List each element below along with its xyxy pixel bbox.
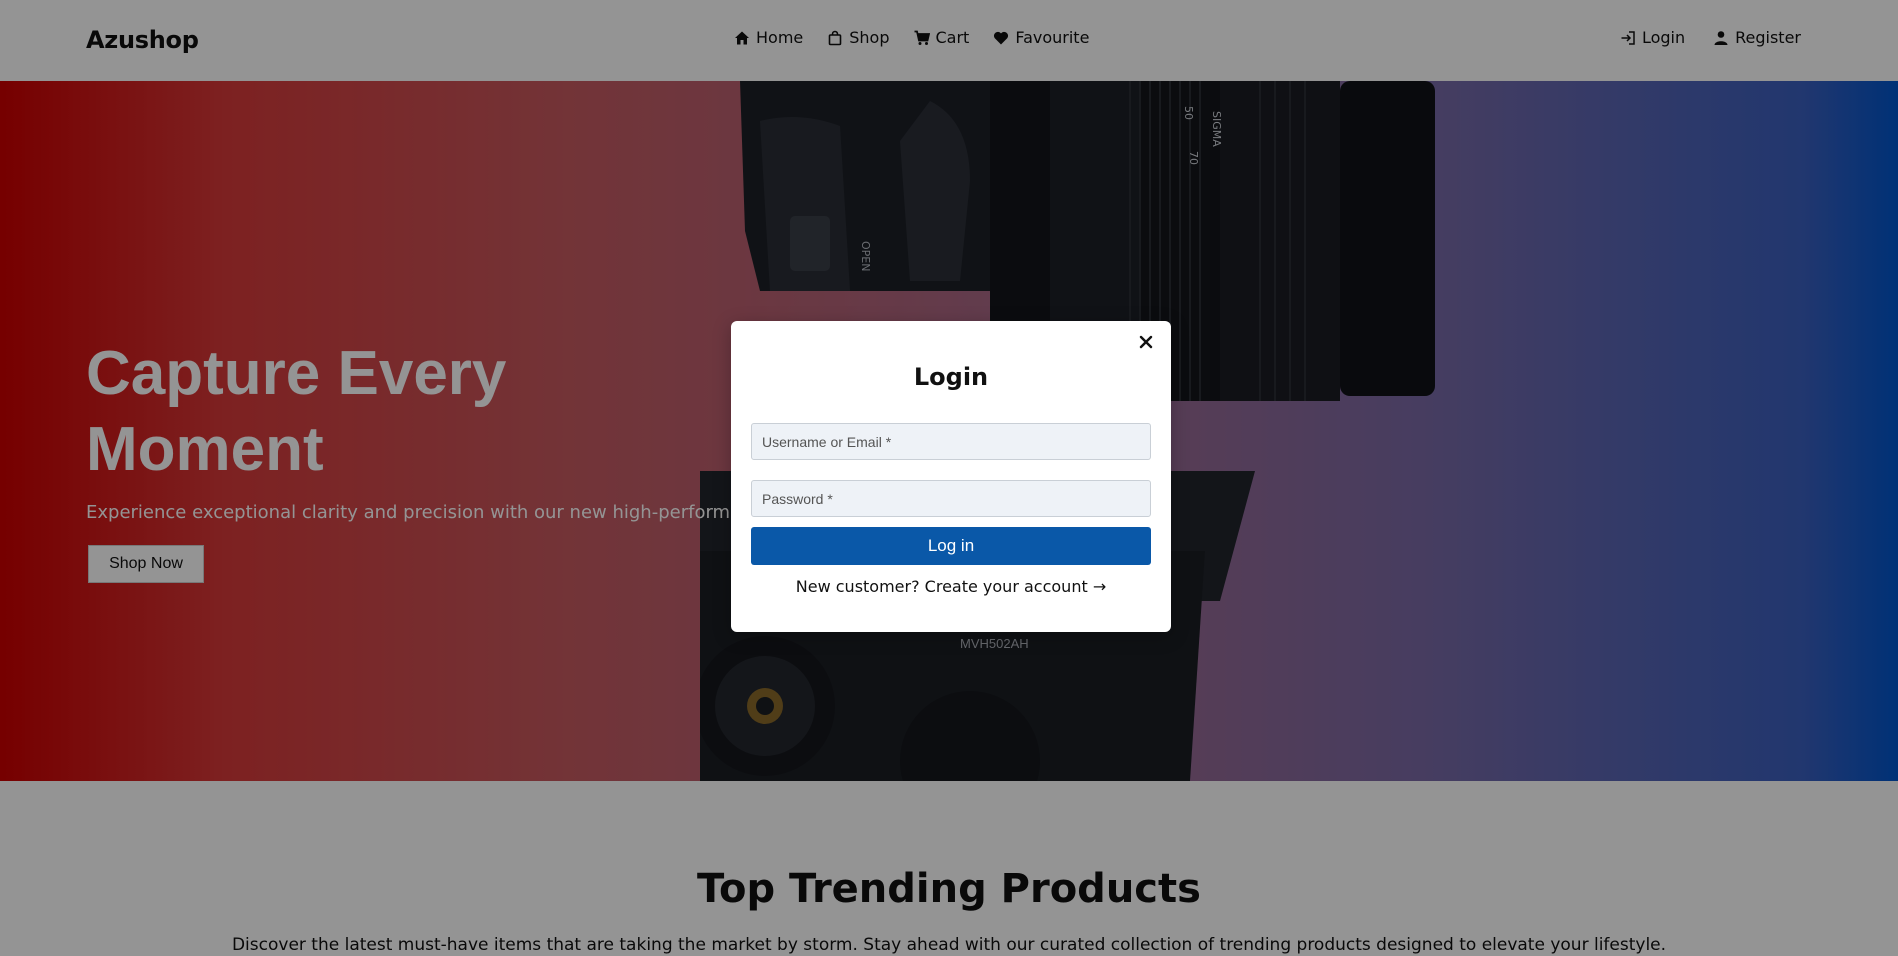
username-field[interactable] [751,423,1151,460]
password-field[interactable] [751,480,1151,517]
modal-title: Login [913,363,989,391]
create-account-link[interactable]: New customer? Create your account → [731,577,1171,596]
login-submit-button[interactable]: Log in [751,527,1151,565]
login-modal: Login Log in New customer? Create your a… [731,321,1171,632]
close-icon[interactable] [1137,333,1155,351]
